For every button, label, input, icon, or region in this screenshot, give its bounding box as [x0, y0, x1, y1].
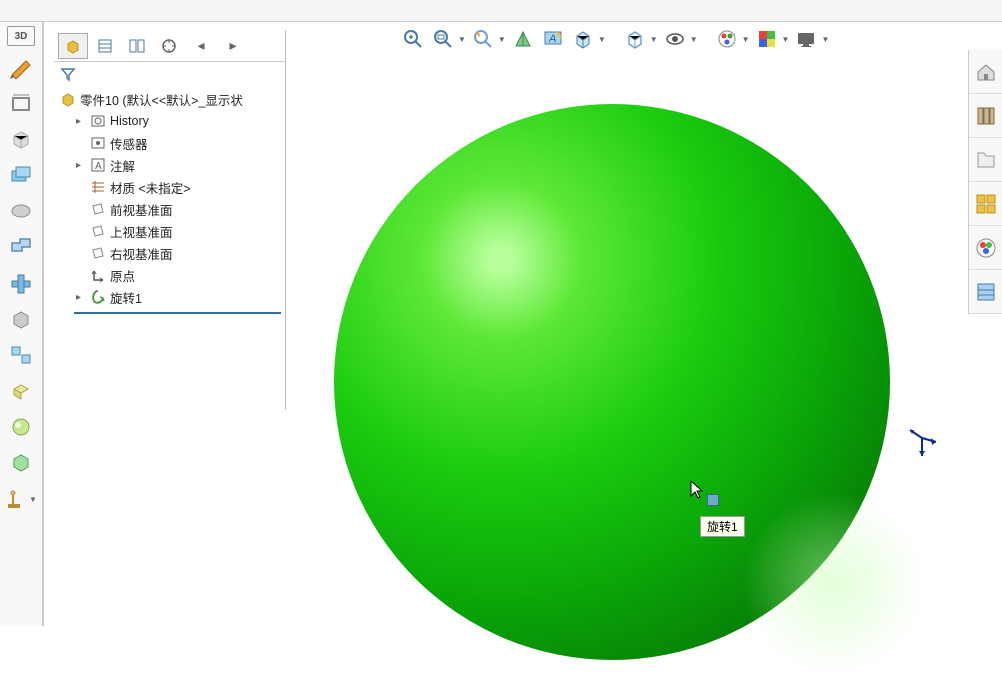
- dropdown-icon[interactable]: ▼: [498, 35, 506, 44]
- tree-item-right-plane[interactable]: 右视基准面: [54, 242, 285, 264]
- dropdown-icon[interactable]: ▼: [598, 35, 606, 44]
- tree-item-sensors[interactable]: 传感器: [54, 132, 285, 154]
- expand-icon[interactable]: ▸: [76, 292, 86, 303]
- file-explorer-tab[interactable]: [969, 138, 1002, 182]
- display-manager-tab[interactable]: ◂: [186, 33, 216, 59]
- tree-item-label: 旋转1: [110, 288, 142, 307]
- previous-view-icon[interactable]: [470, 26, 496, 52]
- mold-tools-icon[interactable]: [4, 304, 38, 334]
- view-palette-tab[interactable]: [969, 182, 1002, 226]
- zoom-window-icon[interactable]: [430, 26, 456, 52]
- tree-root-item[interactable]: 零件10 (默认<<默认>_显示状: [54, 88, 285, 110]
- view-orientation-icon[interactable]: [570, 26, 596, 52]
- feature-tree-panel: ◂ ▸ 零件10 (默认<<默认>_显示状 ▸ History 传感器 ▸ A …: [54, 30, 286, 410]
- tab-overflow-icon[interactable]: ▸: [218, 33, 248, 59]
- expand-icon[interactable]: ▸: [76, 160, 86, 171]
- hover-tooltip: 旋转1: [700, 516, 745, 537]
- section-view-icon[interactable]: [510, 26, 536, 52]
- home-tab[interactable]: [969, 50, 1002, 94]
- dropdown-icon[interactable]: ▼: [821, 35, 829, 44]
- 3d-views-button[interactable]: 3D: [7, 26, 35, 46]
- origin-triad-icon: [902, 420, 942, 460]
- smart-dimension-icon[interactable]: [4, 88, 38, 118]
- tree-item-top-plane[interactable]: 上视基准面: [54, 220, 285, 242]
- tree-item-revolve[interactable]: ▸ 旋转1: [54, 286, 285, 308]
- tree-item-label: History: [110, 114, 149, 128]
- dropdown-icon[interactable]: ▼: [650, 35, 658, 44]
- curves-icon[interactable]: [4, 196, 38, 226]
- dropdown-icon[interactable]: ▼: [458, 35, 466, 44]
- instant-3d-icon[interactable]: [4, 376, 38, 406]
- dimxpert-manager-tab[interactable]: [154, 33, 184, 59]
- sphere-model[interactable]: [334, 104, 890, 660]
- simulation-icon[interactable]: [4, 448, 38, 478]
- configuration-manager-tab[interactable]: [122, 33, 152, 59]
- custom-properties-tab[interactable]: [969, 270, 1002, 314]
- tree-item-front-plane[interactable]: 前视基准面: [54, 198, 285, 220]
- sketch-tool-icon[interactable]: [4, 52, 38, 82]
- dynamic-annotation-icon[interactable]: A: [540, 26, 566, 52]
- tree-item-material[interactable]: 材质 <未指定>: [54, 176, 285, 198]
- expand-icon[interactable]: ▸: [76, 116, 86, 127]
- tree-item-origin[interactable]: 原点: [54, 264, 285, 286]
- tree-item-label: 右视基准面: [110, 244, 173, 263]
- dropdown-icon[interactable]: ▼: [742, 35, 750, 44]
- zoom-to-fit-icon[interactable]: [400, 26, 426, 52]
- display-style-icon[interactable]: [622, 26, 648, 52]
- features-icon[interactable]: [4, 124, 38, 154]
- toolbox-icon[interactable]: ▼: [4, 484, 38, 514]
- design-library-tab[interactable]: [969, 94, 1002, 138]
- 3d-viewport[interactable]: [288, 56, 968, 626]
- svg-text:A: A: [95, 161, 102, 172]
- svg-text:A: A: [548, 33, 556, 45]
- tree-rollback-bar[interactable]: [74, 312, 281, 314]
- render-tools-icon[interactable]: [4, 412, 38, 442]
- tree-item-label: 注解: [110, 156, 135, 175]
- tree-item-label: 原点: [110, 266, 135, 285]
- tree-item-history[interactable]: ▸ History: [54, 110, 285, 132]
- tree-root-label: 零件10 (默认<<默认>_显示状: [80, 90, 243, 109]
- filter-icon[interactable]: [60, 66, 76, 82]
- dropdown-icon[interactable]: ▼: [782, 35, 790, 44]
- feature-manager-tab[interactable]: [58, 33, 88, 59]
- cursor-icon: [690, 480, 706, 500]
- exploded-view-icon[interactable]: [4, 340, 38, 370]
- weldments-icon[interactable]: [4, 268, 38, 298]
- selection-indicator-icon: [707, 494, 719, 506]
- sheet-metal-icon[interactable]: [4, 232, 38, 262]
- hide-show-icon[interactable]: [662, 26, 688, 52]
- tree-item-label: 传感器: [110, 134, 148, 153]
- reference-geometry-icon[interactable]: [4, 160, 38, 190]
- tree-item-annotations[interactable]: ▸ A 注解: [54, 154, 285, 176]
- edit-appearance-icon[interactable]: [714, 26, 740, 52]
- property-manager-tab[interactable]: [90, 33, 120, 59]
- view-settings-icon[interactable]: [793, 26, 819, 52]
- dropdown-icon[interactable]: ▼: [690, 35, 698, 44]
- appearances-tab[interactable]: [969, 226, 1002, 270]
- tree-item-label: 前视基准面: [110, 200, 173, 219]
- tree-item-label: 材质 <未指定>: [110, 178, 191, 197]
- tree-item-label: 上视基准面: [110, 222, 173, 241]
- apply-scene-icon[interactable]: [754, 26, 780, 52]
